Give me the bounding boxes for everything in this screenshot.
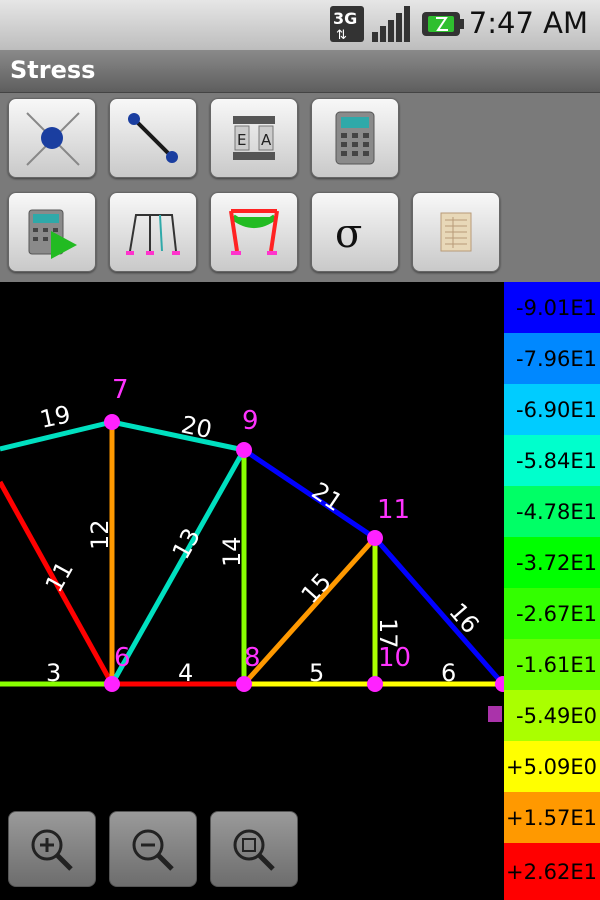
member-label: 3 — [46, 659, 61, 687]
title-bar: Stress — [0, 50, 600, 93]
truss-node[interactable] — [236, 442, 252, 458]
member-label: 19 — [37, 400, 73, 434]
legend-item: +5.09E0 — [504, 741, 600, 792]
member-label: 21 — [307, 477, 348, 517]
calculator-button[interactable] — [311, 98, 399, 178]
report-icon — [440, 212, 472, 252]
calculator-icon — [335, 111, 375, 165]
svg-text:E: E — [237, 131, 246, 149]
legend-item: -5.84E1 — [504, 435, 600, 486]
member-label: 16 — [443, 598, 484, 639]
legend-item: -9.01E1 — [504, 282, 600, 333]
node-tool-button[interactable] — [8, 98, 96, 178]
deformed-frame-icon — [229, 209, 279, 255]
app-title: Stress — [10, 56, 96, 84]
ea-section-icon: E A — [233, 116, 275, 160]
node-label: 6 — [114, 643, 131, 673]
node-label: 11 — [377, 495, 410, 525]
zoom-out-icon — [132, 829, 174, 871]
3g-icon: 3G ⇅ — [330, 6, 364, 43]
member-label: 17 — [374, 618, 402, 649]
member-icon — [128, 113, 178, 163]
member-label: 15 — [296, 568, 337, 609]
truss-node[interactable] — [236, 676, 252, 692]
support-icon — [488, 706, 502, 722]
truss-node[interactable] — [104, 676, 120, 692]
section-property-button[interactable]: E A — [210, 98, 298, 178]
run-analysis-button[interactable] — [8, 192, 96, 272]
member-label: 12 — [86, 519, 114, 550]
node-label: 9 — [242, 406, 259, 436]
legend-item: -5.49E0 — [504, 690, 600, 741]
member-label: 6 — [441, 659, 456, 687]
zoom-fit-icon — [233, 829, 275, 871]
battery-icon — [422, 12, 464, 36]
node-label: 8 — [244, 643, 261, 673]
truss-member — [111, 419, 245, 453]
member-label: 5 — [309, 659, 324, 687]
member-label: 14 — [218, 536, 246, 567]
svg-text:3G: 3G — [333, 9, 357, 28]
node-label: 7 — [112, 375, 129, 405]
run-analysis-icon — [28, 209, 77, 259]
legend-item: -2.67E1 — [504, 588, 600, 639]
zoom-out-button[interactable] — [109, 811, 197, 887]
legend-item: -1.61E1 — [504, 639, 600, 690]
svg-text:⇅: ⇅ — [336, 28, 347, 43]
status-time: 7:47 AM — [468, 6, 588, 40]
zoom-in-icon — [31, 829, 73, 871]
zoom-in-button[interactable] — [8, 811, 96, 887]
deformed-view-button[interactable] — [210, 192, 298, 272]
frame-icon — [126, 214, 180, 255]
svg-text:A: A — [261, 131, 272, 149]
node-icon — [26, 112, 80, 166]
toolbar: E A σ — [0, 93, 600, 282]
stress-view-button[interactable]: σ — [311, 192, 399, 272]
legend-item: +2.62E1 — [504, 843, 600, 900]
truss-node[interactable] — [104, 414, 120, 430]
status-bar: 3G ⇅ 7:47 AM — [0, 0, 600, 50]
svg-text:σ: σ — [335, 211, 362, 257]
signal-icon — [372, 6, 410, 42]
frame-view-button[interactable] — [109, 192, 197, 272]
legend-item: -4.78E1 — [504, 486, 600, 537]
report-button[interactable] — [412, 192, 500, 272]
truss-node[interactable] — [367, 676, 383, 692]
member-label: 4 — [178, 659, 193, 687]
legend-item: -7.96E1 — [504, 333, 600, 384]
member-tool-button[interactable] — [109, 98, 197, 178]
stress-icon: σ — [335, 211, 362, 257]
stress-legend: -9.01E1 -7.96E1 -6.90E1 -5.84E1 -4.78E1 … — [504, 282, 600, 900]
legend-item: -3.72E1 — [504, 537, 600, 588]
zoom-fit-button[interactable] — [210, 811, 298, 887]
legend-item: -6.90E1 — [504, 384, 600, 435]
legend-item: +1.57E1 — [504, 792, 600, 843]
truss-node[interactable] — [367, 530, 383, 546]
